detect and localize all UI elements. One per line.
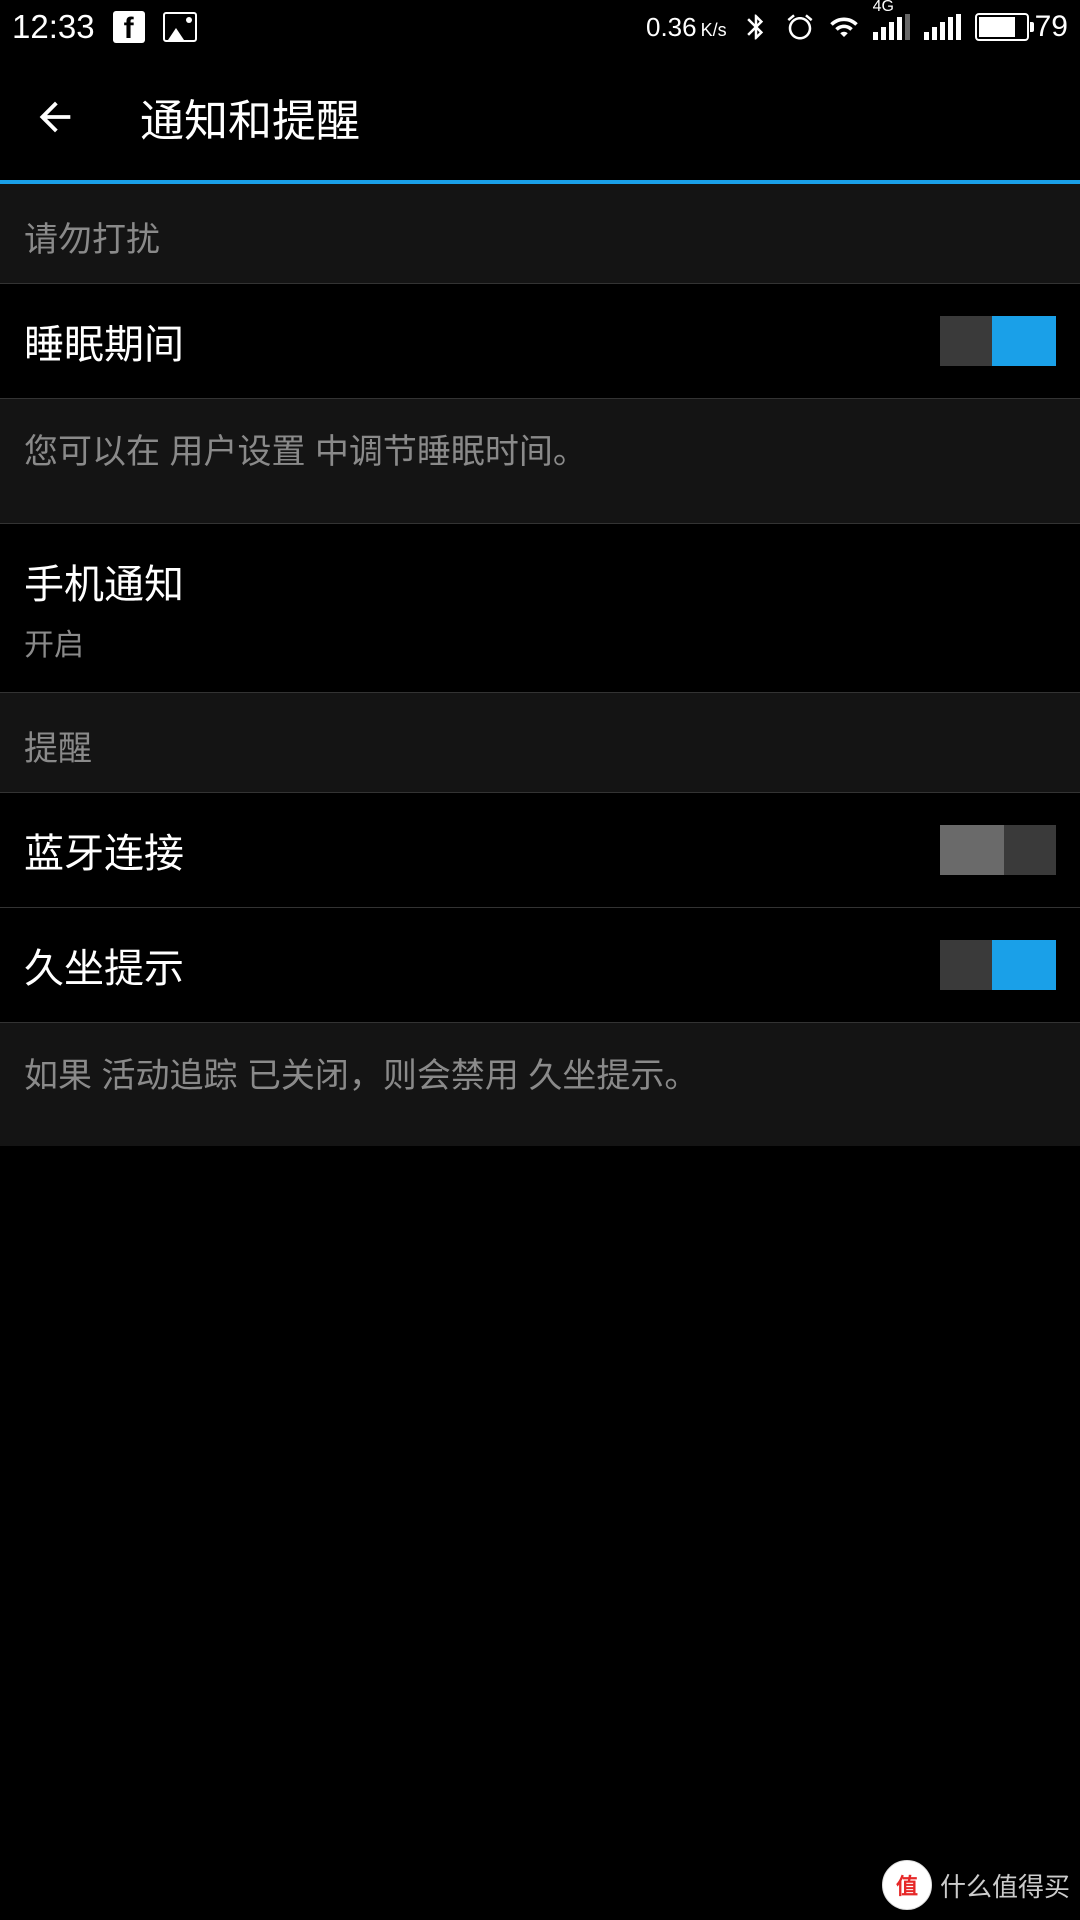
status-bar: 12:33 f 0.36 K/s 4G [0,0,1080,54]
signal-icon [924,14,961,40]
bluetooth-icon [741,12,771,42]
network-speed: 0.36 K/s [646,12,727,43]
alarm-icon [785,12,815,42]
status-time: 12:33 [12,8,95,46]
info-sleep: 您可以在 用户设置 中调节睡眠时间。 [0,399,1080,523]
watermark-badge: 值 [882,1860,932,1910]
app-header: 通知和提醒 [0,54,1080,184]
section-header-alerts: 提醒 [0,693,1080,792]
facebook-icon: f [113,11,145,43]
row-phone-notifications[interactable]: 手机通知 开启 [0,523,1080,693]
row-label: 手机通知 [24,552,184,610]
row-sedentary-alert[interactable]: 久坐提示 [0,907,1080,1023]
battery-percent: 79 [1035,10,1068,44]
back-button[interactable] [30,92,80,142]
section-header-dnd: 请勿打扰 [0,184,1080,283]
toggle-sleep-period[interactable] [940,316,1056,366]
row-sleep-period[interactable]: 睡眠期间 [0,283,1080,399]
toggle-knob [992,316,1056,366]
photo-icon [163,12,197,42]
toggle-sedentary[interactable] [940,940,1056,990]
row-bluetooth-connection[interactable]: 蓝牙连接 [0,792,1080,908]
wifi-icon [829,12,859,42]
watermark-text: 什么值得买 [940,1867,1070,1904]
battery-icon [975,13,1029,41]
row-label: 睡眠期间 [24,312,184,370]
content-area: 请勿打扰 睡眠期间 您可以在 用户设置 中调节睡眠时间。 手机通知 开启 提醒 … [0,184,1080,1146]
toggle-bluetooth[interactable] [940,825,1056,875]
signal-4g-icon: 4G [873,14,910,40]
row-label: 蓝牙连接 [24,821,184,879]
battery-indicator: 79 [975,10,1068,44]
arrow-left-icon [32,94,78,140]
status-left-group: 12:33 f [12,8,197,46]
watermark: 值 什么值得买 [882,1860,1070,1910]
info-sedentary: 如果 活动追踪 已关闭，则会禁用 久坐提示。 [0,1023,1080,1147]
page-title: 通知和提醒 [140,85,360,149]
row-label: 久坐提示 [24,936,184,994]
toggle-knob [992,940,1056,990]
row-sublabel: 开启 [24,620,184,664]
toggle-knob [940,825,1004,875]
status-right-group: 0.36 K/s 4G 79 [646,10,1068,44]
